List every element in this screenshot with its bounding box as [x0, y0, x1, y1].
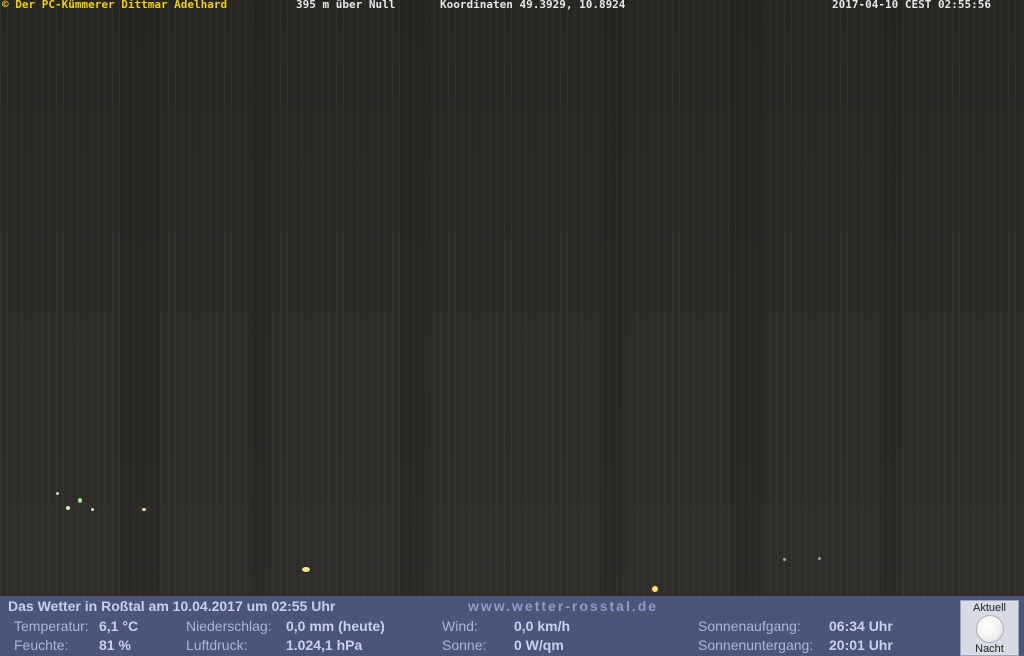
sunrise-label: Sonnenaufgang: [698, 618, 801, 634]
moon-phase-box: Aktuell Nacht [960, 600, 1019, 656]
wind-value: 0,0 km/h [514, 618, 571, 634]
distant-light [142, 508, 146, 511]
moon-bottom-label: Nacht [975, 643, 1004, 655]
sun-label: Sonne: [442, 637, 487, 653]
wind-label: Wind: [442, 618, 478, 634]
humidity-label: Feuchte: [14, 637, 69, 653]
precipitation-label: Niederschlag: [186, 618, 272, 634]
humidity-value: 81 % [99, 637, 131, 653]
moon-top-label: Aktuell [972, 602, 1007, 614]
distant-light [652, 586, 658, 592]
sun-value: 0 W/qm [514, 637, 564, 653]
distant-light [818, 557, 821, 560]
altitude-text: 395 m über Null [296, 0, 396, 11]
temperature-label: Temperatur: [14, 618, 89, 634]
pressure-value: 1.024,1 hPa [286, 637, 363, 653]
pressure-label: Luftdruck: [186, 637, 248, 653]
distant-light [91, 508, 94, 511]
webcam-info-overlay: © Der PC-Kümmerer Dittmar Adelhard 395 m… [0, 0, 1024, 10]
timestamp-text: 2017-04-10 CEST 02:55:56 [832, 0, 991, 11]
full-moon-icon [975, 615, 1004, 643]
sunrise-value: 06:34 Uhr [829, 618, 893, 634]
webcam-night-image [0, 0, 1024, 596]
precipitation-value: 0,0 mm (heute) [286, 618, 385, 634]
sunset-value: 20:01 Uhr [829, 637, 893, 653]
weather-panel: Das Wetter in Roßtal am 10.04.2017 um 02… [0, 596, 1024, 656]
distant-light [56, 492, 59, 495]
distant-light [66, 506, 70, 510]
distant-light [78, 498, 82, 503]
website-link[interactable]: www.wetter-rosstal.de [468, 598, 658, 614]
copyright-text: © Der PC-Kümmerer Dittmar Adelhard [2, 0, 228, 11]
coordinates-text: Koordinaten 49.3929, 10.8924 [440, 0, 626, 11]
distant-light [302, 567, 310, 572]
weather-title: Das Wetter in Roßtal am 10.04.2017 um 02… [8, 598, 336, 614]
sunset-label: Sonnenuntergang: [698, 637, 814, 653]
temperature-value: 6,1 °C [99, 618, 139, 634]
distant-light [783, 558, 786, 561]
